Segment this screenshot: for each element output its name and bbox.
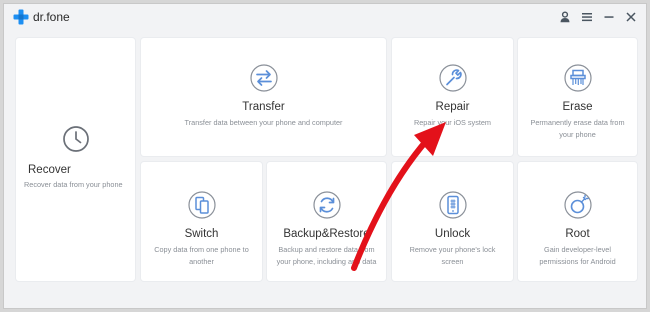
tile-root-desc: Gain developer-level permissions for And… — [526, 244, 629, 267]
tile-unlock[interactable]: Unlock Remove your phone's lock screen — [392, 162, 513, 281]
tile-root-desc-line1: Gain developer-level — [544, 245, 611, 254]
title-bar: dr.fone — [4, 4, 646, 30]
tile-unlock-title: Unlock — [434, 228, 471, 240]
hamburger-icon — [582, 13, 592, 22]
tile-erase-title: Erase — [562, 101, 593, 113]
tile-recover[interactable]: Recover Recover data from your phone — [16, 38, 135, 281]
wrench-icon — [438, 64, 467, 92]
app-name: dr.fone — [33, 10, 70, 24]
tile-switch-title: Switch — [184, 228, 219, 240]
tile-backup-restore-desc-line1: Backup and restore data from — [278, 245, 375, 254]
account-button[interactable] — [556, 8, 574, 26]
tile-switch-desc-line2: another — [189, 256, 214, 266]
app-logo: dr.fone — [13, 9, 70, 25]
tile-transfer-desc: Transfer data between your phone and com… — [184, 118, 343, 127]
tile-unlock-desc-line1: Remove your phone's lock — [409, 245, 496, 254]
minimize-button[interactable] — [600, 8, 618, 26]
swap-arrows-icon — [249, 64, 278, 92]
tile-transfer[interactable]: Transfer Transfer data between your phon… — [141, 38, 386, 156]
plus-cross-logo-icon — [13, 9, 29, 25]
tile-erase-desc-line2: your phone — [559, 129, 596, 139]
tile-switch-desc: Copy data from one phone to another — [149, 244, 254, 267]
close-button[interactable] — [622, 8, 640, 26]
shredder-icon — [563, 64, 592, 92]
close-icon — [626, 12, 636, 22]
refresh-icon — [312, 191, 341, 219]
tile-recover-desc: Recover data from your phone — [24, 180, 123, 189]
tile-backup-restore-title: Backup&Restore — [283, 228, 370, 240]
tile-backup-restore-desc-line2: your phone, including app data — [276, 256, 377, 266]
tile-erase-desc-line1: Permanently erase data from — [530, 118, 625, 127]
tile-root-desc-line2: permissions for Android — [539, 256, 616, 266]
tile-root-title: Root — [565, 228, 590, 240]
tile-repair-title: Repair — [435, 101, 470, 113]
minimize-icon — [604, 16, 614, 18]
app-window: dr.fone Recover Recover data from your p… — [3, 3, 647, 309]
tile-unlock-desc: Remove your phone's lock screen — [400, 244, 505, 267]
menu-button[interactable] — [578, 8, 596, 26]
tile-erase-desc: Permanently erase data from your phone — [526, 117, 629, 140]
tile-switch-desc-line1: Copy data from one phone to — [154, 245, 249, 254]
tile-root[interactable]: Root Gain developer-level permissions fo… — [518, 162, 637, 281]
tile-transfer-title: Transfer — [242, 101, 285, 113]
user-icon — [560, 11, 570, 23]
tile-repair-desc: Repair your iOS system — [413, 118, 492, 127]
phone-keypad-icon — [438, 191, 467, 219]
root-bomb-icon — [563, 191, 592, 219]
phones-icon — [187, 191, 216, 219]
clock-icon — [62, 126, 89, 152]
tile-switch[interactable]: Switch Copy data from one phone to anoth… — [141, 162, 262, 281]
tile-recover-title: Recover — [28, 164, 71, 176]
tile-backup-restore[interactable]: Backup&Restore Backup and restore data f… — [267, 162, 386, 281]
tile-unlock-desc-line2: screen — [441, 256, 464, 266]
tile-repair[interactable]: Repair Repair your iOS system — [392, 38, 513, 156]
tile-erase[interactable]: Erase Permanently erase data from your p… — [518, 38, 637, 156]
tile-backup-restore-desc: Backup and restore data from your phone,… — [271, 244, 382, 267]
